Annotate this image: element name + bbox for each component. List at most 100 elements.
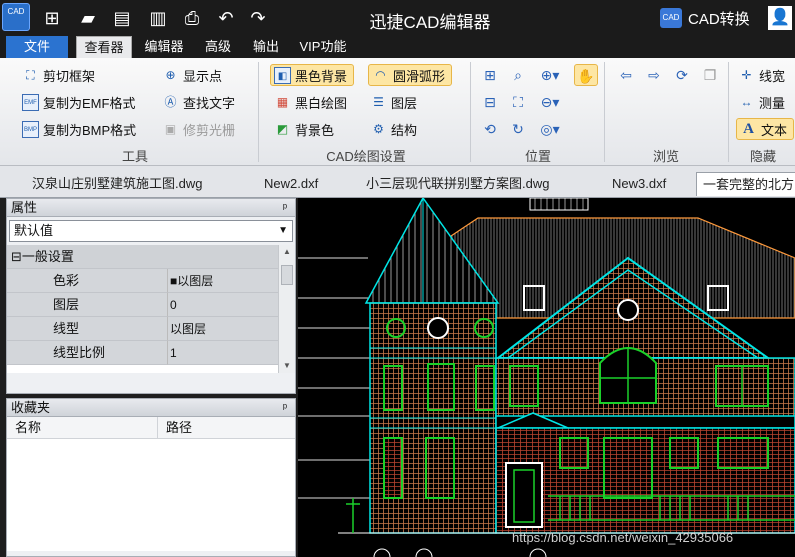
black-background-label: 黑色背景 — [295, 68, 348, 84]
property-row[interactable]: 线型 以图层 — [7, 317, 279, 341]
property-section-label: 一般设置 — [21, 249, 74, 264]
line-width-button[interactable]: ✛ 线宽 — [738, 64, 785, 86]
cad-convert-button[interactable]: CAD CAD转换 — [660, 6, 750, 30]
tab-file[interactable]: 文件 — [6, 36, 68, 58]
smooth-arc-label: 圆滑弧形 — [393, 68, 446, 84]
group-divider — [604, 62, 605, 162]
view-mode-dropdown-icon[interactable]: ◎▾ — [538, 118, 562, 140]
copy-view-icon[interactable]: ❐ — [698, 64, 722, 86]
column-name[interactable]: 名称 — [15, 417, 41, 439]
monochrome-button[interactable]: ▦ 黑白绘图 — [274, 91, 347, 113]
save-icon[interactable]: ▤ — [110, 6, 134, 30]
tab-viewer[interactable]: 查看器 — [76, 36, 132, 58]
column-path[interactable]: 路径 — [157, 417, 192, 439]
new-file-icon[interactable]: ⊞ — [40, 6, 64, 30]
clip-frame-icon: ⛶ — [26, 67, 35, 82]
layers-label: 图层 — [391, 95, 418, 111]
favorites-header: 收藏夹 ᵖ — [7, 399, 295, 417]
black-background-button[interactable]: ◧ 黑色背景 — [270, 64, 355, 86]
tab-output[interactable]: 输出 — [246, 36, 286, 58]
fit-icon[interactable]: ⊟ — [478, 91, 502, 113]
chimney — [529, 198, 589, 211]
measure-button[interactable]: ↔ 测量 — [738, 91, 786, 113]
arrow-left-icon[interactable]: ⇦ — [614, 64, 638, 86]
pan-icon[interactable]: ⊞ — [478, 64, 502, 86]
property-value: 0 — [167, 293, 279, 317]
properties-title: 属性 — [11, 200, 38, 215]
line-width-icon: ✛ — [741, 67, 752, 82]
refresh-icon[interactable]: ⟳ — [670, 64, 694, 86]
properties-header: 属性 ᵖ — [7, 199, 295, 217]
black-background-icon: ◧ — [274, 66, 291, 84]
copy-bmp-button[interactable]: BMP 复制为BMP格式 — [22, 118, 136, 140]
arrow-right-icon[interactable]: ⇨ — [642, 64, 666, 86]
property-scrollbar[interactable]: ▲ ▼ — [278, 245, 295, 373]
text-toggle-button[interactable]: A 文本 — [736, 118, 795, 140]
chevron-down-icon: ▼ — [278, 225, 288, 236]
zoom-dropdown-icon[interactable]: ⊕▾ — [538, 64, 562, 86]
zoom-window-icon[interactable]: ⌕ — [506, 64, 530, 86]
document-tab[interactable]: New2.dxf — [260, 172, 318, 196]
save-as-pdf-icon[interactable]: ▥ — [146, 6, 170, 30]
group-divider — [470, 62, 471, 162]
app-logo[interactable]: CAD — [2, 3, 30, 31]
bmp-icon: BMP — [22, 120, 39, 138]
group-label-tools: 工具 — [121, 149, 148, 164]
scroll-up-icon[interactable]: ▲ — [279, 245, 295, 259]
collapse-icon[interactable]: ⊟ — [11, 249, 22, 264]
zoom-out-dropdown-icon[interactable]: ⊖▾ — [538, 91, 562, 113]
open-folder-icon[interactable]: ▰ — [76, 6, 100, 30]
structure-button[interactable]: ⚙ 结构 — [370, 118, 417, 140]
show-points-button[interactable]: ⊕ 显示点 — [162, 64, 222, 86]
smooth-arc-button[interactable]: ◠ 圆滑弧形 — [368, 64, 453, 86]
copy-emf-button[interactable]: EMF 复制为EMF格式 — [22, 91, 135, 113]
cad-drawing — [298, 198, 795, 557]
trim-raster-button[interactable]: ▣ 修剪光栅 — [162, 118, 235, 140]
properties-panel: 属性 ᵖ 默认值 ▼ ⊟一般设置 色彩 ■以图层 图层 0 线型 以图层 线型比… — [6, 198, 296, 394]
property-grid: ⊟一般设置 色彩 ■以图层 图层 0 线型 以图层 线型比例 1 ▲ ▼ — [7, 245, 295, 373]
pin-icon[interactable]: ᵖ — [283, 199, 287, 217]
scroll-down-icon[interactable]: ▼ — [279, 359, 295, 373]
print-icon[interactable]: ⎙ — [180, 6, 204, 30]
cad-convert-label: CAD转换 — [688, 10, 750, 28]
smooth-arc-icon: ◠ — [375, 67, 386, 82]
document-tab-active[interactable]: 一套完整的北方 — [696, 172, 795, 196]
pin-icon[interactable]: ᵖ — [283, 399, 287, 417]
group-label-hide: 隐藏 — [749, 149, 776, 164]
property-row[interactable]: 色彩 ■以图层 — [7, 269, 279, 293]
tab-advanced[interactable]: 高级 — [196, 36, 240, 58]
extents-icon[interactable]: ⛶ — [506, 91, 530, 113]
measure-label: 测量 — [759, 95, 786, 111]
document-tab[interactable]: New3.dxf — [608, 172, 666, 196]
undo-icon[interactable]: ↶ — [214, 6, 238, 30]
document-tab[interactable]: 小三层现代联拼别墅方案图.dwg — [362, 172, 549, 196]
front-door — [505, 462, 543, 528]
find-text-button[interactable]: Ⓐ 查找文字 — [162, 91, 235, 113]
group-label-position: 位置 — [524, 149, 551, 164]
property-row[interactable]: 图层 0 — [7, 293, 279, 317]
user-icon[interactable]: 👤 — [768, 6, 792, 30]
properties-dropdown[interactable]: 默认值 ▼ — [9, 220, 293, 242]
clip-frame-label: 剪切框架 — [43, 68, 96, 84]
property-key: 线型比例 — [7, 341, 167, 365]
hand-tool-icon[interactable]: ✋ — [574, 64, 598, 86]
layers-icon: ☰ — [373, 94, 384, 109]
redo-icon[interactable]: ↷ — [246, 6, 270, 30]
property-key: 线型 — [7, 317, 167, 341]
property-row[interactable]: 线型比例 1 — [7, 341, 279, 365]
background-color-button[interactable]: ◩ 背景色 — [274, 118, 334, 140]
dimension-lines — [298, 257, 370, 499]
3d-view-icon[interactable]: ⟲ — [478, 118, 502, 140]
watermark: https://blog.csdn.net/weixin_42935066 — [512, 530, 734, 545]
drawing-canvas[interactable] — [298, 198, 795, 557]
ribbon: ⛶ 剪切框架 EMF 复制为EMF格式 BMP 复制为BMP格式 ⊕ 显示点 Ⓐ 查找文字… — [0, 58, 795, 166]
property-section[interactable]: ⊟一般设置 — [7, 245, 279, 269]
layers-button[interactable]: ☰ 图层 — [370, 91, 417, 113]
scrollbar-thumb[interactable] — [281, 265, 293, 285]
tab-editor[interactable]: 编辑器 — [138, 36, 190, 58]
tab-vip[interactable]: VIP功能 — [292, 36, 354, 58]
document-tab[interactable]: 汉泉山庄别墅建筑施工图.dwg — [28, 172, 202, 196]
rotate-view-icon[interactable]: ↻ — [506, 118, 530, 140]
clip-frame-button[interactable]: ⛶ 剪切框架 — [22, 64, 95, 86]
monochrome-icon: ▦ — [276, 94, 289, 109]
